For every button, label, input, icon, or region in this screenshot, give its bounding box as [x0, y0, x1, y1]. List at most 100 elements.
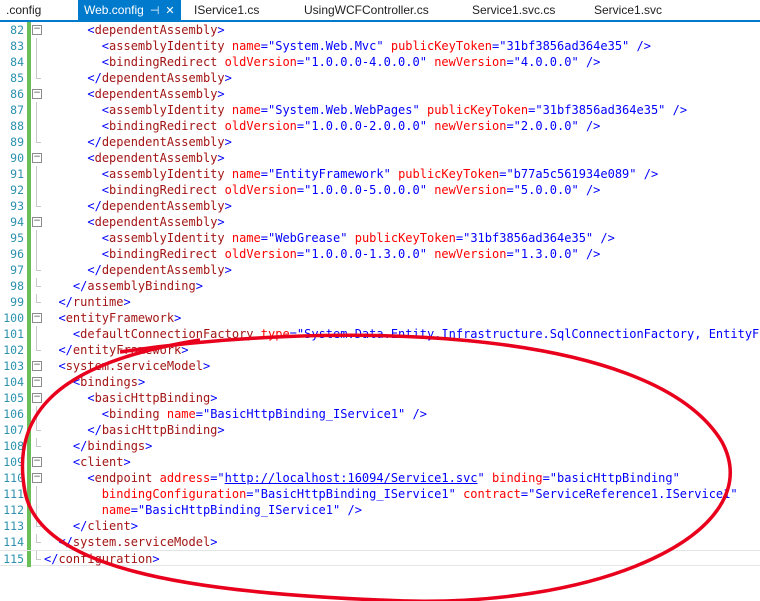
tag-name: dependentAssembly: [94, 87, 218, 101]
code-line[interactable]: 94− <dependentAssembly>: [0, 214, 760, 230]
delimiter: />: [585, 55, 601, 69]
tab-config[interactable]: .config: [0, 0, 47, 20]
code-text: <bindingRedirect oldVersion="1.0.0.0-4.0…: [44, 54, 601, 70]
code-line[interactable]: 111 bindingConfiguration="BasicHttpBindi…: [0, 486, 760, 502]
tag-name: bindingRedirect: [109, 183, 218, 197]
url-link[interactable]: http://localhost:16094/Service1.svc: [225, 471, 478, 485]
code-line[interactable]: 97 </dependentAssembly>: [0, 262, 760, 278]
collapse-icon[interactable]: −: [32, 153, 42, 163]
delimiter: >: [123, 455, 131, 469]
delimiter: =": [296, 119, 312, 133]
code-line[interactable]: 82− <dependentAssembly>: [0, 22, 760, 38]
attribute-name: publicKeyToken: [398, 167, 500, 181]
tab-usingwcfcontroller-cs[interactable]: UsingWCFController.cs: [298, 0, 435, 20]
attribute-name: publicKeyToken: [354, 231, 456, 245]
collapse-icon[interactable]: −: [32, 377, 42, 387]
change-marker: [27, 326, 31, 342]
tab-iservice1-cs[interactable]: IService1.cs: [188, 0, 265, 20]
code-line[interactable]: 101 <defaultConnectionFactory type="Syst…: [0, 326, 760, 342]
attribute-value: b77a5c561934e089: [513, 167, 630, 181]
collapse-icon[interactable]: −: [32, 393, 42, 403]
change-marker: [27, 214, 31, 230]
code-text: </dependentAssembly>: [44, 134, 232, 150]
code-line[interactable]: 108 </bindings>: [0, 438, 760, 454]
code-line[interactable]: 99 </runtime>: [0, 294, 760, 310]
attribute-value: 1.0.0.0-4.0.0.0: [311, 55, 420, 69]
collapse-icon[interactable]: −: [32, 361, 42, 371]
code-line[interactable]: 93 </dependentAssembly>: [0, 198, 760, 214]
line-number: 96: [10, 247, 24, 261]
collapse-icon[interactable]: −: [32, 313, 42, 323]
code-line[interactable]: 84 <bindingRedirect oldVersion="1.0.0.0-…: [0, 54, 760, 70]
code-line[interactable]: 90− <dependentAssembly>: [0, 150, 760, 166]
code-line[interactable]: 103− <system.serviceModel>: [0, 358, 760, 374]
tab-service1-svc[interactable]: Service1.svc: [588, 0, 668, 20]
code-line[interactable]: 107 </basicHttpBinding>: [0, 422, 760, 438]
code-line[interactable]: 104− <bindings>: [0, 374, 760, 390]
delimiter: =": [520, 487, 536, 501]
line-number: 82: [10, 23, 24, 37]
delimiter: =": [289, 327, 305, 341]
collapse-icon[interactable]: −: [32, 25, 42, 35]
close-icon[interactable]: ✕: [165, 5, 174, 17]
collapse-icon[interactable]: −: [32, 473, 42, 483]
attribute-name: name: [101, 503, 131, 517]
outline-guide: [36, 486, 37, 502]
line-number: 94: [10, 215, 24, 229]
code-line[interactable]: 88 <bindingRedirect oldVersion="1.0.0.0-…: [0, 118, 760, 134]
attribute-name: binding: [492, 471, 543, 485]
code-line[interactable]: 106 <binding name="BasicHttpBinding_ISer…: [0, 406, 760, 422]
code-line[interactable]: 115 </configuration>: [0, 550, 760, 567]
code-line[interactable]: 95 <assemblyIdentity name="WebGrease" pu…: [0, 230, 760, 246]
tag-name: binding: [109, 407, 160, 421]
code-line[interactable]: 85 </dependentAssembly>: [0, 70, 760, 86]
code-line[interactable]: 86− <dependentAssembly>: [0, 86, 760, 102]
tab-web-config[interactable]: Web.config ⊣ ✕: [78, 0, 181, 20]
code-line[interactable]: 114 </system.serviceModel>: [0, 534, 760, 550]
code-line[interactable]: 89 </dependentAssembly>: [0, 134, 760, 150]
code-line[interactable]: 110− <endpoint address="http://localhost…: [0, 470, 760, 486]
delimiter: >: [195, 279, 203, 293]
code-line[interactable]: 96 <bindingRedirect oldVersion="1.0.0.0-…: [0, 246, 760, 262]
attribute-name: contract: [463, 487, 521, 501]
delimiter: />: [412, 407, 427, 421]
pin-icon[interactable]: ⊣: [150, 5, 160, 17]
delimiter: =": [506, 247, 521, 261]
delimiter: >: [217, 423, 225, 437]
code-line[interactable]: 105− <basicHttpBinding>: [0, 390, 760, 406]
code-line[interactable]: 112 name="BasicHttpBinding_IService1" />: [0, 502, 760, 518]
attribute-name: name: [231, 167, 261, 181]
delimiter: >: [217, 23, 225, 37]
code-line[interactable]: 91 <assemblyIdentity name="EntityFramewo…: [0, 166, 760, 182]
change-marker: [27, 38, 31, 54]
code-line[interactable]: 100− <entityFramework>: [0, 310, 760, 326]
code-line[interactable]: 98 </assemblyBinding>: [0, 278, 760, 294]
tag-name: entityFramework: [65, 311, 175, 325]
code-text: </bindings>: [44, 438, 152, 454]
collapse-icon[interactable]: −: [32, 217, 42, 227]
change-marker: [27, 86, 31, 102]
code-text: <basicHttpBinding>: [44, 390, 217, 406]
change-marker: [27, 262, 31, 278]
code-line[interactable]: 92 <bindingRedirect oldVersion="1.0.0.0-…: [0, 182, 760, 198]
outline-guide: [36, 551, 41, 560]
delimiter: ": [376, 39, 384, 53]
code-line[interactable]: 87 <assemblyIdentity name="System.Web.We…: [0, 102, 760, 118]
code-line[interactable]: 113 </client>: [0, 518, 760, 534]
attribute-name: oldVersion: [224, 247, 297, 261]
code-line[interactable]: 83 <assemblyIdentity name="System.Web.Mv…: [0, 38, 760, 54]
delimiter: =": [296, 55, 312, 69]
collapse-icon[interactable]: −: [32, 457, 42, 467]
attribute-name: newVersion: [434, 55, 507, 69]
code-line[interactable]: 109− <client>: [0, 454, 760, 470]
collapse-icon[interactable]: −: [32, 89, 42, 99]
attribute-value: BasicHttpBinding_IService1: [260, 487, 449, 501]
code-editor[interactable]: 82− <dependentAssembly> 83 <assemblyIdent…: [0, 22, 760, 601]
delimiter: ": [383, 167, 391, 181]
tab-service1-svc-cs[interactable]: Service1.svc.cs: [466, 0, 561, 20]
attribute-name: address: [159, 471, 211, 485]
code-line[interactable]: 102 </entityFramework>: [0, 342, 760, 358]
delimiter: =": [528, 103, 543, 117]
